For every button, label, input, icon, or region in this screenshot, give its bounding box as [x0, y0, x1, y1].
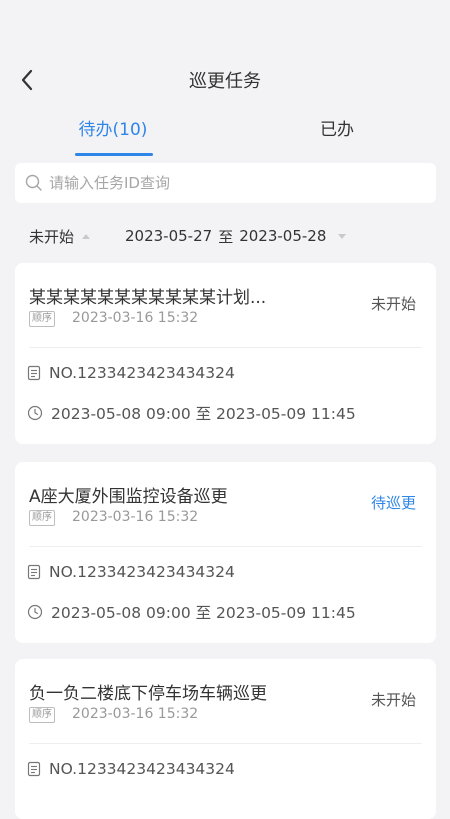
- document-icon: [27, 761, 41, 777]
- order-tag: 顺序: [29, 707, 55, 723]
- tab-todo[interactable]: 待办(10): [33, 110, 193, 156]
- task-name: A座大厦外围监控设备巡更: [29, 487, 228, 507]
- clock-icon: [27, 604, 43, 620]
- document-icon: [27, 365, 41, 381]
- active-tab-indicator: [75, 153, 153, 156]
- search-bar[interactable]: [15, 163, 436, 203]
- search-input[interactable]: [49, 174, 409, 192]
- task-card[interactable]: A座大厦外围监控设备巡更 顺序 2023-03-16 15:32 待巡更 NO.…: [15, 462, 436, 643]
- order-tag: 顺序: [29, 510, 55, 526]
- task-name: 负一负二楼底下停车场车辆巡更: [29, 684, 267, 704]
- document-icon: [27, 564, 41, 580]
- filter-bar: 未开始 2023-05-27 至 2023-05-28: [0, 220, 450, 252]
- task-number: NO.1233423423434324: [49, 364, 235, 382]
- status-filter-label: 未开始: [29, 227, 75, 246]
- chevron-left-icon: [21, 69, 33, 91]
- tab-bar: 待办(10) 已办: [0, 110, 450, 158]
- task-time-row: 2023-05-08 09:00 至 2023-05-09 11:45: [27, 402, 356, 424]
- task-created-time: 2023-03-16 15:32: [72, 509, 199, 525]
- date-range-filter[interactable]: 2023-05-27 至 2023-05-28: [125, 226, 347, 247]
- task-name: 某某某某某某某某某某某计划...: [29, 288, 267, 308]
- task-number-row: NO.1233423423434324: [27, 760, 235, 778]
- task-status: 待巡更: [370, 494, 416, 512]
- task-time-range: 2023-05-08 09:00 至 2023-05-09 11:45: [51, 405, 356, 423]
- clock-icon: [27, 405, 43, 421]
- app-header: 巡更任务: [0, 55, 450, 105]
- search-icon: [25, 174, 42, 191]
- tab-done[interactable]: 已办: [257, 110, 417, 156]
- back-button[interactable]: [14, 67, 40, 93]
- task-number: NO.1233423423434324: [49, 760, 235, 778]
- order-tag: 顺序: [29, 311, 55, 327]
- task-card[interactable]: 负一负二楼底下停车场车辆巡更 顺序 2023-03-16 15:32 未开始 N…: [15, 659, 436, 819]
- task-number-row: NO.1233423423434324: [27, 364, 235, 382]
- status-filter[interactable]: 未开始: [29, 226, 91, 247]
- task-time-range: 2023-05-08 09:00 至 2023-05-09 11:45: [51, 604, 356, 622]
- task-time-row: 2023-05-08 09:00 至 2023-05-09 11:45: [27, 601, 356, 623]
- date-separator: 至: [218, 227, 234, 246]
- task-card[interactable]: 某某某某某某某某某某某计划... 顺序 2023-03-16 15:32 未开始…: [15, 263, 436, 444]
- task-number: NO.1233423423434324: [49, 563, 235, 581]
- task-created-time: 2023-03-16 15:32: [72, 310, 199, 326]
- card-divider: [29, 347, 422, 348]
- caret-down-icon: [338, 233, 347, 239]
- task-status: 未开始: [370, 691, 416, 709]
- task-status: 未开始: [370, 295, 416, 313]
- caret-up-icon: [82, 233, 91, 239]
- date-end: 2023-05-28: [239, 227, 327, 245]
- card-divider: [29, 743, 422, 744]
- card-divider: [29, 546, 422, 547]
- task-created-time: 2023-03-16 15:32: [72, 706, 199, 722]
- task-number-row: NO.1233423423434324: [27, 563, 235, 581]
- page-title: 巡更任务: [189, 71, 261, 92]
- date-start: 2023-05-27: [125, 227, 213, 245]
